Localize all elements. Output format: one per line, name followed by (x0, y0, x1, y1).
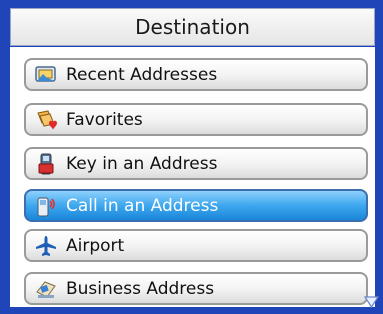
menu-item-label: Recent Addresses (66, 64, 218, 85)
keypad-phone-icon (35, 153, 57, 175)
window-frame: Destination Recent Addresses Favorites K… (0, 0, 383, 314)
menu-item-label: Key in an Address (66, 153, 218, 174)
scroll-down-arrow-icon[interactable] (363, 294, 380, 309)
favorites-icon (35, 109, 57, 131)
page-title: Destination (10, 8, 375, 46)
page-title-text: Destination (135, 15, 250, 39)
menu-item-key-in-address[interactable]: Key in an Address (24, 147, 368, 180)
mobile-phone-call-icon (35, 195, 57, 217)
menu-panel: Recent Addresses Favorites Key in an Add… (10, 47, 375, 307)
menu-item-label: Favorites (66, 109, 143, 130)
menu-item-label: Call in an Address (66, 195, 219, 216)
business-address-icon (35, 278, 57, 300)
airplane-icon (35, 235, 57, 257)
menu-item-call-in-address[interactable]: Call in an Address (24, 189, 368, 222)
menu-item-business-address[interactable]: Business Address (24, 272, 368, 305)
menu-item-favorites[interactable]: Favorites (24, 103, 368, 136)
menu-item-airport[interactable]: Airport (24, 229, 368, 262)
menu-item-recent-addresses[interactable]: Recent Addresses (24, 58, 368, 91)
menu-item-label: Business Address (66, 278, 215, 299)
recent-addresses-icon (35, 64, 57, 86)
menu-item-label: Airport (66, 235, 125, 256)
